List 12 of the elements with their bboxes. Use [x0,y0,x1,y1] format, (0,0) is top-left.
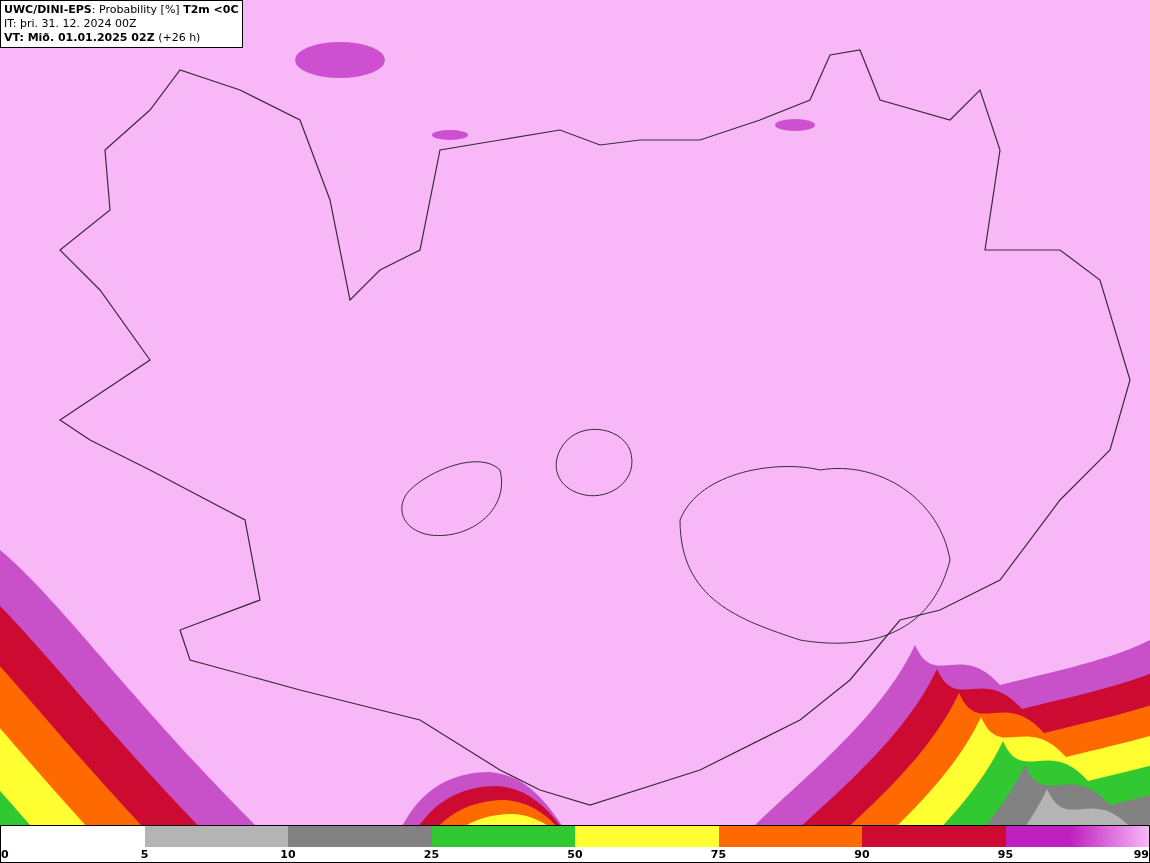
legend-tick-label: 25 [423,847,440,862]
legend-tick-label: 99 [1133,847,1149,862]
legend-tick-label: 75 [710,847,727,862]
legend-tick-label: 0 [1,847,9,862]
legend-tick-label: 90 [854,847,870,862]
map-title: UWC/DINI-EPS: Probability [%] T2m <0C [4,3,239,17]
legend-tick-label: 50 [567,847,583,862]
legend-tick-label: 95 [997,847,1014,862]
legend-tick-label: 10 [280,847,296,862]
valid-time: VT: Mið. 01.01.2025 02Z (+26 h) [4,31,202,45]
init-time: IT: þri. 31. 12. 2024 00Z [4,17,138,31]
legend-tick-label: 5 [140,847,149,862]
